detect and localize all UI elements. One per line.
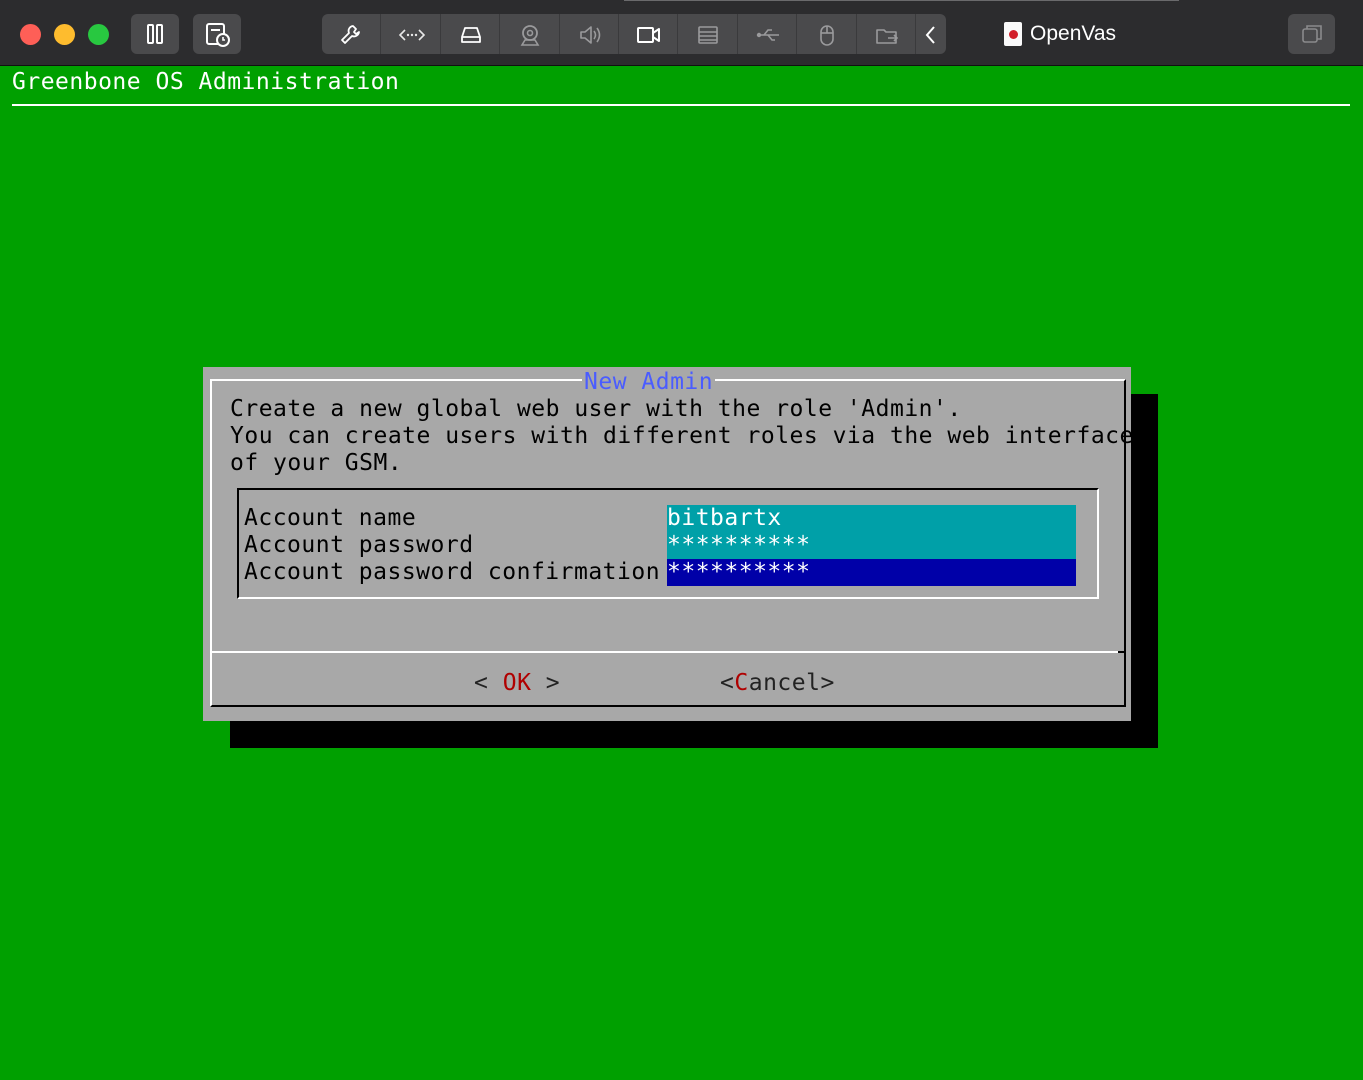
camera-icon xyxy=(637,27,661,43)
ok-label-rest: K xyxy=(517,670,532,696)
cancel-bracket-right: > xyxy=(820,670,835,696)
snapshot-button[interactable] xyxy=(193,14,241,54)
usb-button[interactable] xyxy=(738,14,798,54)
webcam-icon xyxy=(520,25,540,46)
pause-icon xyxy=(147,24,163,44)
settings-button[interactable] xyxy=(322,14,382,54)
title-rule xyxy=(12,104,1350,106)
dialog-description-line-2: You can create users with different role… xyxy=(230,423,1134,449)
vm-window-titlebar: OpenVas xyxy=(0,0,1363,66)
printer-icon xyxy=(698,26,719,44)
dialog-title: New Admin xyxy=(582,368,716,396)
chevron-left-icon xyxy=(925,26,935,44)
window-title: OpenVas xyxy=(1004,20,1116,48)
ok-hotkey: O xyxy=(502,670,518,696)
ok-bracket-right: > xyxy=(545,670,561,696)
network-button[interactable] xyxy=(381,14,441,54)
sound-icon xyxy=(579,26,600,44)
zoom-window-button[interactable] xyxy=(88,24,109,45)
ok-button[interactable]: < OK > xyxy=(474,668,560,698)
account-password-field[interactable]: ********** xyxy=(667,532,1076,559)
show-all-windows-button[interactable] xyxy=(1288,14,1335,54)
minimize-window-button[interactable] xyxy=(54,24,75,45)
mouse-button[interactable] xyxy=(797,14,857,54)
close-window-button[interactable] xyxy=(20,24,41,45)
account-name-field[interactable]: bitbartx xyxy=(667,505,1076,532)
printer-button[interactable] xyxy=(678,14,738,54)
window-title-text: OpenVas xyxy=(1030,22,1116,45)
button-separator-shadow xyxy=(1118,651,1126,653)
dialog-description-line-3: of your GSM. xyxy=(230,450,403,476)
document-icon xyxy=(1004,22,1022,46)
snapshot-icon xyxy=(206,23,230,47)
camera-button[interactable] xyxy=(619,14,679,54)
harddisk-icon xyxy=(460,27,481,43)
account-name-label: Account name xyxy=(244,505,417,531)
button-separator xyxy=(212,651,1124,653)
password-confirmation-field[interactable]: ********** xyxy=(667,559,1076,586)
wrench-icon xyxy=(341,25,360,44)
titlebar-highlight xyxy=(624,0,1179,1)
os-title: Greenbone OS Administration xyxy=(12,69,400,95)
password-confirmation-label: Account password confirmation xyxy=(244,559,661,585)
shared-folder-button[interactable] xyxy=(857,14,917,54)
ok-pad-right xyxy=(531,670,545,696)
cancel-button[interactable]: <Cancel> xyxy=(720,668,835,698)
vm-device-toolbar xyxy=(322,14,946,54)
ok-pad-left xyxy=(488,670,502,696)
ok-bracket-left: < xyxy=(474,670,489,696)
shared-folder-icon xyxy=(875,29,898,44)
sound-button[interactable] xyxy=(560,14,620,54)
mouse-icon xyxy=(820,25,835,46)
account-password-label: Account password xyxy=(244,532,474,558)
network-icon xyxy=(399,29,426,41)
harddisk-button[interactable] xyxy=(441,14,501,54)
collapse-toolbar-button[interactable] xyxy=(916,14,946,54)
dialog-description-line-1: Create a new global web user with the ro… xyxy=(230,396,962,422)
pause-vm-button[interactable] xyxy=(131,14,179,54)
webcam-button[interactable] xyxy=(500,14,560,54)
usb-icon xyxy=(756,29,779,41)
cancel-hotkey: C xyxy=(734,670,749,696)
cancel-bracket-left: < xyxy=(720,670,735,696)
cancel-label-rest: ancel xyxy=(748,670,821,696)
windows-icon xyxy=(1302,25,1322,43)
